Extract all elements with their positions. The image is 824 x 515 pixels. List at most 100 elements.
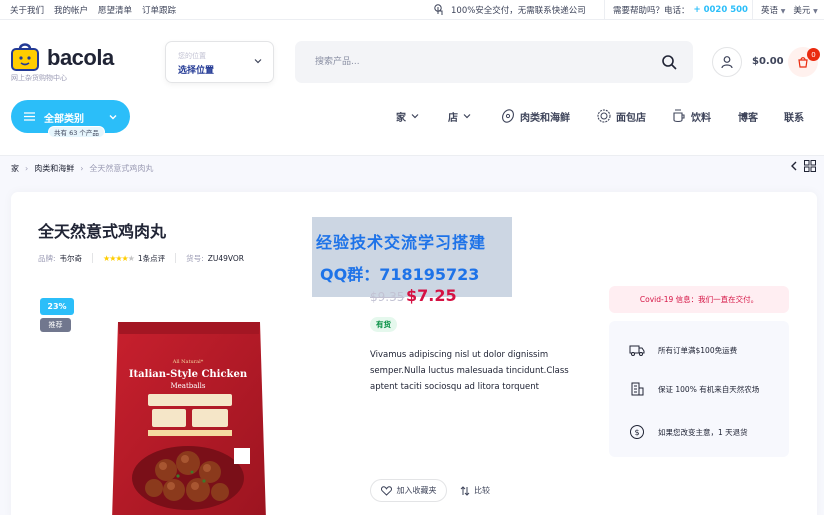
brand-tagline: 网上杂货购物中心 <box>11 74 67 82</box>
covid-notice: Covid-19 信息：我们一直在交付。 <box>609 286 789 313</box>
chevron-down-icon: ▼ <box>780 8 786 15</box>
location-label: 您的位置 <box>178 52 206 60</box>
nav-blog-label: 博客 <box>738 112 758 124</box>
features-box: 所有订单满$100免运费 保证 100% 有机来自天然农场 $ 如果您改变主意，… <box>609 321 789 457</box>
compare-button[interactable]: 比较 <box>460 479 490 502</box>
nav-meat-seafood[interactable]: 肉类和海鲜 <box>500 108 570 124</box>
location-selector[interactable]: 您的位置 选择位置 <box>165 41 274 83</box>
watermark-line-1: 经验技术交流学习搭建 <box>316 233 487 252</box>
chevron-down-icon <box>463 114 471 119</box>
order-tracking-link[interactable]: 订单跟踪 <box>142 4 176 16</box>
all-categories-button[interactable]: 全部类别 共有 63 个产品 <box>11 100 130 138</box>
add-to-wishlist-button[interactable]: 加入收藏夹 <box>370 479 447 502</box>
nav-shop[interactable]: 店 <box>448 108 472 124</box>
chevron-down-icon <box>411 114 419 119</box>
search-icon[interactable] <box>661 54 677 70</box>
my-account-link[interactable]: 我的帐户 <box>54 4 88 16</box>
chevron-down-icon <box>254 59 262 64</box>
watermark-overlay: 经验技术交流学习搭建 QQ群：718195723 <box>312 217 512 297</box>
help-text: 需要帮助吗？电话： <box>613 6 690 16</box>
watermark-line-2: QQ群：718195723 <box>320 265 480 284</box>
wishlist-label: 加入收藏夹 <box>396 486 437 495</box>
meta-divider <box>92 253 94 263</box>
nav-blog[interactable]: 博客 <box>738 108 758 124</box>
nav-drinks[interactable]: 饮料 <box>671 108 711 124</box>
breadcrumb-home[interactable]: 家 <box>11 163 19 174</box>
help-contact: 需要帮助吗？电话： + 0020 500 <box>604 0 748 20</box>
grid-icon[interactable] <box>804 160 816 172</box>
feature-free-shipping: 所有订单满$100免运费 <box>609 340 789 360</box>
menu-icon <box>24 112 35 121</box>
building-icon <box>631 382 644 396</box>
nav-contact-label: 联系 <box>784 112 804 124</box>
nav-meat-label: 肉类和海鲜 <box>520 112 570 124</box>
nav-contact[interactable]: 联系 <box>784 108 804 124</box>
feature-text: 所有订单满$100免运费 <box>658 346 738 355</box>
about-us-link[interactable]: 关于我们 <box>10 4 44 16</box>
wishlist-link[interactable]: 愿望清单 <box>98 4 132 16</box>
meat-icon <box>502 109 514 123</box>
dollar-circle-icon: $ <box>630 425 644 439</box>
feature-returns: $ 如果您改变主意，1 天退货 <box>609 422 789 442</box>
chevron-left-icon[interactable] <box>790 161 798 171</box>
brand-label: 品牌: <box>38 253 56 263</box>
product-description: Vivamus adipiscing nisl ut dolor digniss… <box>370 350 569 392</box>
nav-bakery-label: 面包店 <box>616 112 646 124</box>
feature-text: 保证 100% 有机来自天然农场 <box>658 385 760 394</box>
chevron-down-icon: ▼ <box>813 8 818 15</box>
package-text-2: Italian-Style Chicken <box>129 369 248 380</box>
sku-label: 货号: <box>186 253 204 263</box>
discount-badge: 23% <box>40 298 74 315</box>
meta-divider <box>175 253 177 263</box>
feature-organic: 保证 100% 有机来自天然农场 <box>609 379 789 399</box>
cup-icon <box>673 109 685 123</box>
search-bar <box>295 41 693 83</box>
cart-count-badge: 0 <box>807 48 820 61</box>
all-categories-label: 全部类别 <box>44 114 84 125</box>
product-meta: 品牌: 韦尔奇 ★★★★★ 1条点评 货号: ZU49VOR <box>38 252 244 264</box>
nav-shop-label: 店 <box>448 112 458 124</box>
top-links: 关于我们 我的帐户 愿望清单 订单跟踪 <box>10 0 176 20</box>
rating-stars: ★★★★★ <box>103 253 135 263</box>
language-select[interactable]: 英语 ▼ <box>761 4 785 16</box>
new-price: $7.25 <box>406 286 457 305</box>
chevron-down-icon <box>109 115 117 120</box>
delivery-truck-icon <box>629 345 645 356</box>
breadcrumb: 家 › 肉类和海鲜 › 全天然意式鸡肉丸 <box>11 161 153 175</box>
site-header: bacola 网上杂货购物中心 您的位置 选择位置 $0.00 0 全部类别 共… <box>0 20 824 156</box>
nav-drinks-label: 饮料 <box>691 112 711 124</box>
security-notice: 100%安全交付，无需联系快递公司 <box>432 0 586 20</box>
bread-icon <box>597 109 611 123</box>
compare-arrows-icon <box>460 485 470 496</box>
package-text-3: Meatballs <box>170 382 205 390</box>
user-icon <box>721 56 733 69</box>
security-text: 100%安全交付，无需联系快递公司 <box>451 6 586 16</box>
package-text-1: All Natural* <box>172 359 204 365</box>
nav-home-label: 家 <box>396 112 406 124</box>
chevron-right-icon: › <box>80 163 84 173</box>
breadcrumb-category[interactable]: 肉类和海鲜 <box>34 163 74 174</box>
cart-total[interactable]: $0.00 <box>752 56 784 67</box>
currency-select[interactable]: 美元 ▼ <box>793 4 817 16</box>
sku-value: ZU49VOR <box>207 253 244 263</box>
product-image[interactable]: All Natural* Italian-Style Chicken Meatb… <box>108 320 272 515</box>
old-price: $9.35 <box>370 290 405 304</box>
product-title: 全天然意式鸡肉丸 <box>38 222 167 241</box>
hand-touch-icon <box>434 4 443 15</box>
feature-text: 如果您改变主意，1 天退货 <box>658 428 748 437</box>
chevron-right-icon: › <box>25 163 29 173</box>
account-button[interactable] <box>712 47 742 77</box>
review-count[interactable]: 1条点评 <box>138 253 165 264</box>
heart-icon <box>380 485 392 496</box>
nav-bakery[interactable]: 面包店 <box>596 108 646 124</box>
top-bar: 关于我们 我的帐户 愿望清单 订单跟踪 100%安全交付，无需联系快递公司 需要… <box>0 0 824 20</box>
brand-value[interactable]: 韦尔奇 <box>60 253 83 264</box>
nav-home[interactable]: 家 <box>396 108 420 124</box>
stock-status: 有货 <box>370 317 397 332</box>
search-input[interactable] <box>295 41 693 83</box>
compare-label: 比较 <box>474 486 490 495</box>
product-nav-tools <box>790 160 816 172</box>
svg-text:$: $ <box>634 428 639 437</box>
locale-selects: 英语 ▼ 美元 ▼ <box>752 0 818 20</box>
phone-number[interactable]: + 0020 500 <box>694 5 748 15</box>
